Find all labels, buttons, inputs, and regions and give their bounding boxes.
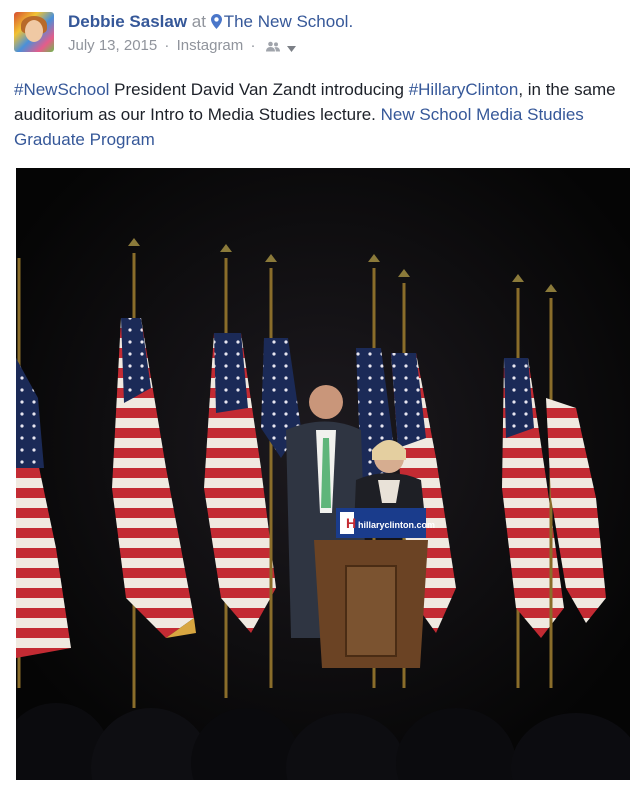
post-date-link[interactable]: July 13, 2015 <box>68 37 157 54</box>
location-link[interactable]: The New School. <box>224 12 353 31</box>
svg-text:H: H <box>346 515 356 531</box>
at-label: at <box>191 12 206 31</box>
author-avatar[interactable] <box>14 12 54 52</box>
post-text-part-1: President David Van Zandt introducing <box>109 80 409 99</box>
post-source: Instagram <box>176 37 244 54</box>
author-line: Debbie Saslaw at The New School. <box>68 12 353 34</box>
post-header: Debbie Saslaw at The New School. July 13… <box>14 10 626 58</box>
hashtag-newschool-link[interactable]: #NewSchool <box>14 80 109 99</box>
post-photo[interactable]: H hillaryclinton.com <box>16 168 630 780</box>
meta-separator: · <box>164 37 170 54</box>
author-name-link[interactable]: Debbie Saslaw <box>68 12 187 31</box>
facebook-post: Debbie Saslaw at The New School. July 13… <box>0 0 640 792</box>
map-pin-icon <box>210 14 222 34</box>
post-text: #NewSchool President David Van Zandt int… <box>14 77 624 152</box>
friends-icon[interactable] <box>265 39 280 56</box>
meta-separator-2: · <box>250 37 256 54</box>
caret-down-icon[interactable] <box>286 39 296 56</box>
hashtag-hillaryclinton-link[interactable]: #HillaryClinton <box>409 80 519 99</box>
podium-sign-text: hillaryclinton.com <box>358 520 435 530</box>
post-meta: July 13, 2015 · Instagram · <box>68 37 296 56</box>
